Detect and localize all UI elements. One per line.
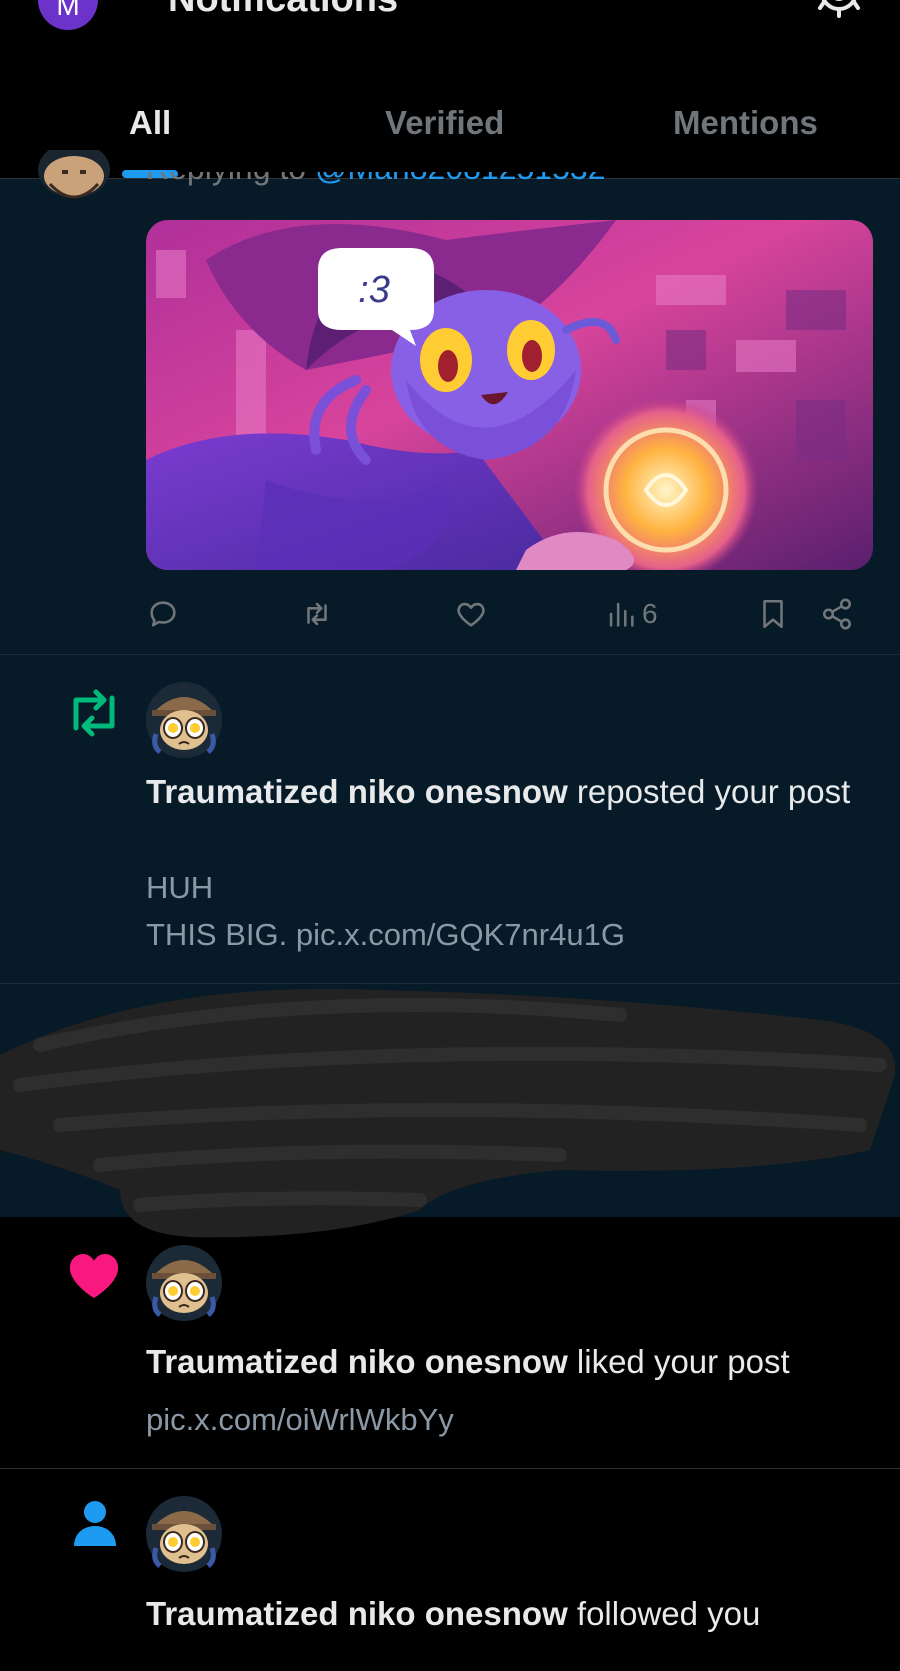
repost-action-icon [307, 602, 327, 626]
notification-action: liked your post [567, 1343, 790, 1380]
reply-author-avatar[interactable] [36, 150, 112, 204]
notification-action: reposted your post [567, 773, 851, 810]
post-preview-line: HUH [146, 870, 214, 905]
views-count: 6 [642, 598, 658, 629]
top-header [0, 0, 900, 178]
like-button[interactable] [454, 594, 488, 634]
share-button[interactable] [820, 594, 854, 634]
repost-icon [73, 689, 115, 737]
share-icon [822, 598, 852, 630]
views-button[interactable]: 6 [604, 594, 658, 634]
niko-avatar[interactable] [146, 1496, 222, 1572]
bookmark-icon [763, 599, 783, 629]
settings-gear-icon[interactable] [816, 0, 862, 24]
divider [0, 654, 900, 655]
tab-mentions[interactable]: Mentions [673, 104, 818, 142]
post-image[interactable]: :3 [146, 220, 873, 570]
reply-button[interactable] [146, 594, 180, 634]
divider [0, 1468, 900, 1469]
repost-button[interactable] [300, 594, 334, 634]
post-preview-line: pic.x.com/oiWrlWkbYy [146, 1402, 454, 1437]
views-chart-icon [609, 602, 634, 627]
person-icon [74, 1501, 116, 1546]
tab-verified[interactable]: Verified [385, 104, 504, 142]
follow-notification-text[interactable]: Traumatized niko onesnow followed you [146, 1590, 866, 1637]
page-title: Notifications [168, 0, 398, 21]
notification-user-name[interactable]: Traumatized niko onesnow [146, 773, 568, 810]
niko-avatar[interactable] [146, 682, 222, 758]
repost-notification-text[interactable]: Traumatized niko onesnow reposted your p… [146, 768, 866, 815]
tab-all[interactable]: All [129, 104, 171, 142]
niko-avatar[interactable] [146, 1245, 222, 1321]
like-notification-text[interactable]: Traumatized niko onesnow liked your post [146, 1338, 866, 1385]
notification-user-name[interactable]: Traumatized niko onesnow [146, 1595, 568, 1632]
speech-bubble-text: :3 [358, 269, 390, 311]
notification-action: followed you [567, 1595, 761, 1632]
heart-icon [69, 1254, 119, 1298]
redaction-scribble [0, 988, 896, 1238]
post-preview-line: THIS BIG. pic.x.com/GQK7nr4u1G [146, 917, 625, 952]
heart-outline-icon [457, 602, 485, 627]
bookmark-button[interactable] [756, 594, 790, 634]
notification-user-name[interactable]: Traumatized niko onesnow [146, 1343, 568, 1380]
comment-icon [150, 601, 176, 627]
